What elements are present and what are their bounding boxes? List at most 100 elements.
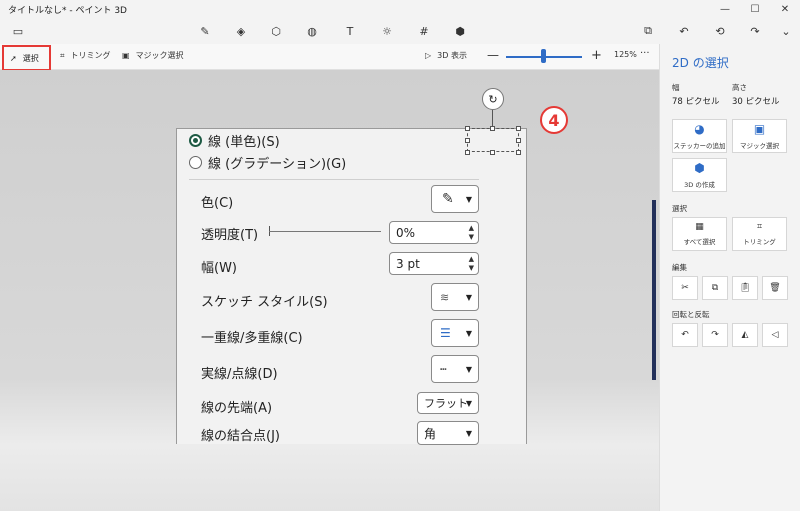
transparency-value: 0% (396, 225, 416, 240)
select-all-icon: ▦ (695, 222, 704, 232)
select-all-label: すべて選択 (683, 238, 716, 246)
select-label: 選択 (22, 53, 39, 63)
width-label: 幅(W) (201, 261, 237, 276)
copy-icon[interactable]: ⧉ (702, 276, 728, 300)
resize-handle[interactable] (465, 150, 470, 155)
join-type-dropdown[interactable]: 角 ▼ (417, 421, 479, 445)
resize-handle[interactable] (516, 150, 521, 155)
cap-type-value: フラット (424, 397, 468, 410)
crop-panel-button[interactable]: ⌗ トリミング (732, 217, 787, 251)
right-panel: 2D の選択 幅 78 ピクセル 高さ 30 ピクセル ◕ ステッカーの追加 ▣… (659, 44, 800, 511)
maximize-icon[interactable]: ☐ (740, 0, 770, 18)
view-3d-button[interactable]: ▷ 3D 表示 (425, 50, 467, 61)
undo-icon[interactable]: ↶ (672, 20, 696, 42)
crop-icon: ⌗ (60, 50, 65, 60)
resize-handle[interactable] (490, 126, 495, 131)
2d-shapes-icon[interactable]: ◈ (229, 20, 253, 42)
sub-toolbar: ➚ 選択 ⌗ トリミング ▣ マジック選択 ▷ 3D 表示 — + 125% ·… (0, 44, 659, 71)
height-prop-value[interactable]: 30 ピクセル (732, 95, 780, 107)
brush-icon[interactable]: ✎ (193, 20, 217, 42)
dash-type-label: 実線/点線(D) (201, 367, 278, 382)
edit-section-label: 編集 (672, 263, 687, 272)
paste-icon[interactable]: 📋︎ (732, 276, 758, 300)
cursor-icon: ➚ (10, 53, 17, 63)
select-section-label: 選択 (672, 204, 687, 213)
canvas-icon[interactable]: # (412, 20, 436, 42)
width-input[interactable]: 3 pt ▲ ▼ (389, 252, 479, 275)
sketch-style-dropdown[interactable]: ≋ ▼ (431, 283, 479, 311)
make-3d-button[interactable]: ⬢ 3D の作成 (672, 158, 727, 192)
minimize-icon[interactable]: — (710, 0, 740, 18)
add-sticker-label: ステッカーの追加 (673, 142, 726, 150)
spin-icon[interactable]: ▲ ▼ (469, 224, 474, 242)
effects-icon[interactable]: ☼ (375, 20, 399, 42)
stickers-icon[interactable]: ◍ (300, 20, 324, 42)
dash-type-dropdown[interactable]: ┅ ▼ (431, 355, 479, 383)
magic-select-panel-button[interactable]: ▣ マジック選択 (732, 119, 787, 153)
more-button[interactable]: ··· (640, 48, 650, 59)
magic-select-panel-label: マジック選択 (740, 142, 779, 150)
expand-icon[interactable]: ⌄ (774, 20, 798, 42)
gradient-line-option[interactable]: 線 (グラデーション)(G) (189, 153, 346, 172)
title-bar: タイトルなし* - ペイント 3D — ☐ ✕ (0, 0, 800, 18)
transparency-label: 透明度(T) (201, 228, 259, 243)
3d-shapes-icon[interactable]: ⬡ (264, 20, 288, 42)
rotate-handle-icon[interactable]: ↻ (482, 88, 504, 110)
resize-handle[interactable] (516, 138, 521, 143)
zoom-slider-thumb[interactable] (541, 49, 546, 63)
select-all-button[interactable]: ▦ すべて選択 (672, 217, 727, 251)
crop-label: トリミング (70, 51, 111, 60)
resize-handle[interactable] (465, 126, 470, 131)
flip-horizontal-icon[interactable]: ◁ (762, 323, 788, 347)
radio-icon (189, 156, 202, 169)
compound-type-dropdown[interactable]: ☰ ▼ (431, 319, 479, 347)
zoom-out-button[interactable]: — (487, 48, 499, 62)
crop-button[interactable]: ⌗ トリミング (60, 50, 111, 61)
chevron-down-icon: ▼ (465, 328, 472, 338)
redo-icon[interactable]: ↷ (743, 20, 767, 42)
make-3d-label: 3D の作成 (684, 181, 715, 189)
rotate-left-icon[interactable]: ↶ (672, 323, 698, 347)
cut-icon[interactable]: ✂ (672, 276, 698, 300)
zoom-in-button[interactable]: + (591, 48, 602, 63)
width-prop-value[interactable]: 78 ピクセル (672, 95, 720, 107)
main-toolbar: ▭ ✎ ◈ ⬡ ◍ T ☼ # ⬢ ⧉ ↶ ⟲ ↷ ⌄ (0, 18, 800, 44)
join-type-label: 線の結合点(J) (201, 429, 280, 444)
rotate-section-label: 回転と反転 (672, 310, 710, 319)
rotate-right-icon[interactable]: ↷ (702, 323, 728, 347)
magic-select-button[interactable]: ▣ マジック選択 (122, 50, 184, 61)
history-icon[interactable]: ⟲ (708, 20, 732, 42)
resize-handle[interactable] (516, 126, 521, 131)
flip-vertical-icon[interactable]: ◭ (732, 323, 758, 347)
chevron-down-icon: ▼ (465, 428, 472, 438)
view-3d-label: 3D 表示 (437, 51, 467, 60)
delete-icon[interactable]: 🗑︎ (762, 276, 788, 300)
3d-library-icon[interactable]: ⬢ (448, 20, 472, 42)
gradient-line-label: 線 (グラデーション)(G) (208, 157, 347, 172)
text-icon[interactable]: T (338, 20, 362, 42)
solid-line-label: 線 (単色)(S) (208, 135, 280, 150)
transparency-slider[interactable] (269, 231, 381, 232)
sticker-icon: ◕ (694, 122, 705, 136)
menu-icon[interactable]: ▭ (6, 20, 30, 42)
view-3d-icon: ▷ (425, 51, 432, 60)
panel-title: 2D の選択 (672, 56, 729, 70)
join-type-value: 角 (424, 426, 437, 441)
solid-line-option[interactable]: 線 (単色)(S) (189, 131, 280, 150)
close-icon[interactable]: ✕ (770, 0, 800, 18)
height-prop-label: 高さ (732, 83, 747, 92)
resize-handle[interactable] (465, 138, 470, 143)
compound-line-icon: ☰ (440, 326, 451, 340)
transparency-input[interactable]: 0% ▲ ▼ (389, 221, 479, 244)
select-button[interactable]: ➚ 選択 (2, 45, 51, 71)
crop-panel-label: トリミング (743, 238, 776, 246)
add-sticker-button[interactable]: ◕ ステッカーの追加 (672, 119, 727, 153)
cap-type-dropdown[interactable]: フラット ▼ (417, 392, 479, 414)
pen-color-icon: ✎ (442, 191, 454, 207)
resize-handle[interactable] (490, 150, 495, 155)
spin-icon[interactable]: ▲ ▼ (469, 255, 474, 273)
color-picker[interactable]: ✎ ▼ (431, 185, 479, 213)
paste-icon[interactable]: ⧉ (636, 20, 660, 42)
magic-select-icon: ▣ (753, 122, 766, 136)
selection-box[interactable] (467, 128, 519, 152)
